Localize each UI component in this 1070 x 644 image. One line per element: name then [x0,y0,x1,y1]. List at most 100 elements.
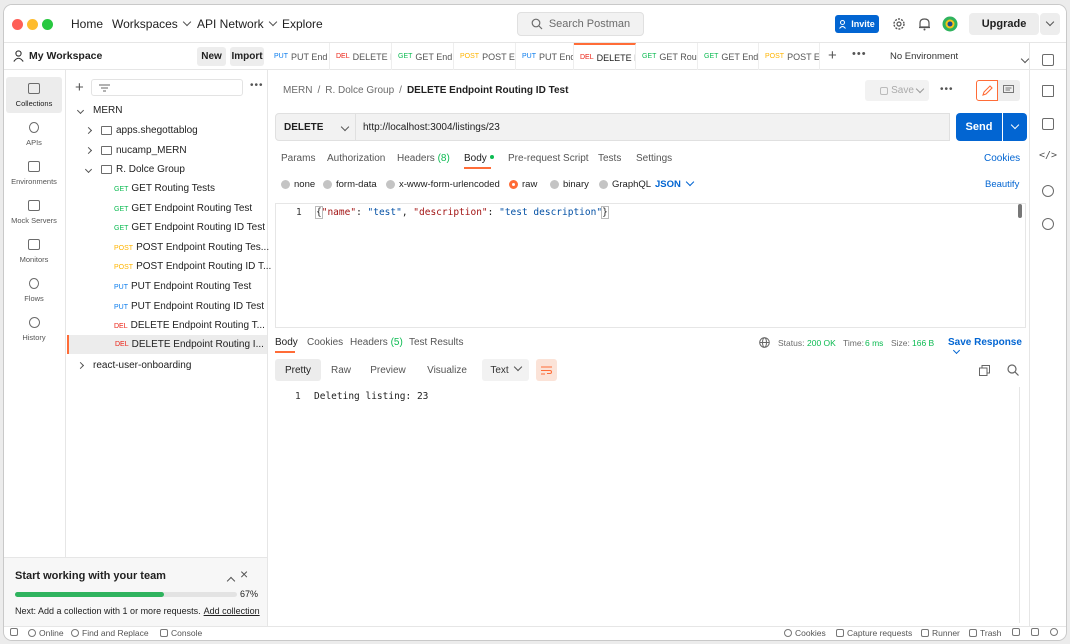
body-mode-none[interactable]: none [281,179,315,190]
request-tab[interactable]: PUT PUT End [268,43,330,70]
capture-requests-button[interactable]: Capture requests [836,628,912,638]
request-tab[interactable]: GET GET Rou [636,43,698,70]
upgrade-menu-button[interactable] [1040,13,1060,35]
avatar[interactable] [942,16,958,32]
new-tab-button[interactable]: + [828,47,837,64]
environment-selector[interactable]: No Environment [890,51,958,62]
request-tab[interactable]: PUT PUT End [516,43,574,70]
cookies-button[interactable]: Cookies [784,628,826,638]
gear-icon[interactable] [892,17,906,31]
sidebar-request-item[interactable]: PUT PUT Endpoint Routing ID Test [114,301,264,312]
response-tab-test-results[interactable]: Test Results [409,337,463,348]
tab-pre-request-script[interactable]: Pre-request Script [508,153,589,164]
body-mode-graphql[interactable]: GraphQL [599,179,651,190]
status-value[interactable]: 200 OK [807,338,836,348]
sidebar-request-item[interactable]: GET GET Endpoint Routing Test [114,203,252,214]
response-tab-headers[interactable]: Headers (5) [350,337,403,348]
chevron-down-icon[interactable] [1020,54,1030,64]
add-collection-button[interactable]: + [75,79,84,96]
request-tab[interactable]: DEL DELETE E [574,43,636,70]
toggle-sidebar-button[interactable] [10,628,21,636]
import-button[interactable]: Import [230,47,264,66]
view-pretty[interactable]: Pretty [275,359,321,381]
send-menu-button[interactable] [1003,113,1027,141]
body-mode-urlencoded[interactable]: x-www-form-urlencoded [386,179,500,190]
breadcrumb-root[interactable]: MERN [283,85,312,96]
new-button[interactable]: New [197,47,226,66]
tab-params[interactable]: Params [281,153,315,164]
wrap-lines-button[interactable] [536,359,557,381]
tree-folder-apps[interactable]: apps.shegottablog [84,125,198,136]
sidebar-request-item[interactable]: POST POST Endpoint Routing ID T... [114,261,271,272]
response-body-text[interactable]: Deleting listing: 23 [314,391,428,402]
breadcrumb-group[interactable]: R. Dolce Group [325,85,394,96]
tab-headers[interactable]: Headers (8) [397,153,450,164]
comments-icon[interactable] [1042,118,1054,130]
nav-explore[interactable]: Explore [282,17,323,31]
response-tab-cookies[interactable]: Cookies [307,337,343,348]
console-button[interactable]: Console [160,628,202,638]
nav-home[interactable]: Home [71,17,103,31]
rail-collections[interactable]: Collections [6,77,62,113]
view-raw[interactable]: Raw [324,359,358,381]
tree-root-react[interactable]: react-user-onboarding [76,360,191,371]
layout-button[interactable] [1012,628,1023,636]
body-mode-form-data[interactable]: form-data [323,179,377,190]
globe-icon[interactable] [759,337,770,348]
comments-toggle[interactable] [998,80,1020,101]
documentation-icon[interactable] [1042,85,1054,97]
close-window-button[interactable] [12,19,23,30]
info-icon[interactable] [1042,218,1054,230]
close-icon[interactable]: × [240,566,248,582]
request-more-button[interactable]: ••• [940,84,954,95]
url-input[interactable]: http://localhost:3004/listings/23 [356,113,950,141]
nav-api-network[interactable]: API Network [197,17,277,31]
save-menu-button[interactable] [911,80,929,101]
filter-input[interactable] [91,79,243,96]
tree-folder-rdolce[interactable]: R. Dolce Group [84,164,185,175]
rail-apis[interactable]: APIs [6,116,62,152]
upgrade-button[interactable]: Upgrade [969,13,1039,35]
size-value[interactable]: 166 B [912,338,934,348]
send-button[interactable]: Send [956,113,1002,141]
workspace-name[interactable]: My Workspace [29,50,102,62]
request-tab[interactable]: GET GET End [392,43,454,70]
keyboard-button[interactable] [1031,628,1042,636]
trash-button[interactable]: Trash [969,628,1001,638]
tab-body[interactable]: Body [464,153,494,164]
rail-history[interactable]: History [6,311,62,347]
body-mode-raw[interactable]: raw [509,179,537,190]
save-response-button[interactable]: Save Response [948,337,1028,359]
edit-docs-toggle[interactable] [976,80,998,101]
sidebar-request-item[interactable]: GET GET Routing Tests [114,183,215,194]
nav-workspaces[interactable]: Workspaces [112,17,192,31]
rail-environments[interactable]: Environments [6,155,62,191]
rail-monitors[interactable]: Monitors [6,233,62,269]
tab-settings[interactable]: Settings [636,153,672,164]
request-tab[interactable]: DEL DELETE E [330,43,392,70]
chevron-up-icon[interactable] [226,576,236,586]
search-input[interactable]: Search Postman [517,12,644,36]
editor-scrollbar[interactable] [1018,204,1022,218]
sidebar-request-item[interactable]: PUT PUT Endpoint Routing Test [114,281,251,292]
tree-folder-nucamp[interactable]: nucamp_MERN [84,145,187,156]
sidebar-more-button[interactable]: ••• [250,80,264,91]
request-tab[interactable]: GET GET End [698,43,759,70]
lightbulb-icon[interactable] [1042,185,1054,197]
body-format-select[interactable]: JSON [655,177,695,190]
bell-icon[interactable] [918,17,931,31]
sidebar-request-item[interactable]: GET GET Endpoint Routing ID Test [114,222,265,233]
rail-mock-servers[interactable]: Mock Servers [6,194,62,230]
help-button[interactable] [1050,628,1061,636]
beautify-link[interactable]: Beautify [985,179,1019,190]
request-body-editor[interactable]: 1 {"name": "test", "description": "test … [275,203,1026,328]
view-preview[interactable]: Preview [365,359,411,381]
body-mode-binary[interactable]: binary [550,179,589,190]
copy-icon[interactable] [979,365,990,376]
response-tab-body[interactable]: Body [275,337,298,348]
sidebar-request-item[interactable]: POST POST Endpoint Routing Tes... [114,242,269,253]
more-tabs-button[interactable]: ••• [852,48,867,60]
add-collection-link[interactable]: Add collection [204,606,260,616]
tab-tests[interactable]: Tests [598,153,621,164]
rail-flows[interactable]: Flows [6,272,62,308]
